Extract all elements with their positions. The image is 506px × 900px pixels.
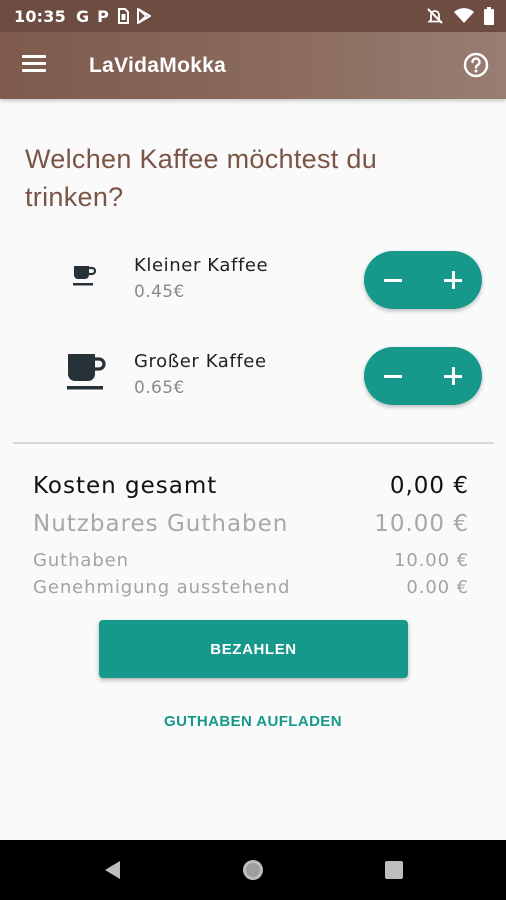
- play-store-icon: [136, 8, 151, 24]
- product-row-large: Großer Kaffee 0.65€: [0, 346, 506, 408]
- help-circle-icon[interactable]: [462, 51, 490, 79]
- system-nav-bar: [0, 840, 506, 900]
- usable-credit-label: Nutzbares Guthaben: [33, 511, 289, 537]
- product-name: Kleiner Kaffee: [134, 255, 269, 276]
- total-cost-label: Kosten gesamt: [33, 473, 218, 499]
- credit-value: 10.00 €: [393, 550, 469, 571]
- notification-icons: G P: [76, 7, 151, 26]
- pending-approval-row: Genehmigung ausstehend 0.00 €: [33, 577, 469, 598]
- total-cost-row: Kosten gesamt 0,00 €: [33, 473, 469, 499]
- credit-row: Guthaben 10.00 €: [33, 550, 469, 571]
- product-price: 0.45€: [134, 282, 185, 302]
- pay-button[interactable]: BEZAHLEN: [99, 620, 408, 678]
- do-not-disturb-icon: [427, 8, 443, 24]
- usable-credit-row: Nutzbares Guthaben 10.00 €: [33, 511, 469, 537]
- divider: [13, 442, 494, 444]
- home-icon[interactable]: [241, 858, 265, 882]
- usable-credit-value: 10.00 €: [374, 511, 469, 537]
- increase-small-button[interactable]: [424, 251, 482, 309]
- top-up-credit-button[interactable]: GUTHABEN AUFLADEN: [0, 713, 506, 730]
- product-row-small: Kleiner Kaffee 0.45€: [0, 250, 506, 312]
- wifi-icon: [454, 8, 474, 23]
- page-heading: Welchen Kaffee möchtest du trinken?: [25, 144, 378, 212]
- quantity-stepper-small: [364, 251, 482, 309]
- product-name: Großer Kaffee: [134, 351, 267, 372]
- quantity-stepper-large: [364, 347, 482, 405]
- sim-card-icon: [117, 8, 129, 24]
- p-notification-icon: P: [97, 6, 109, 26]
- app-title: LaVidaMokka: [89, 54, 227, 77]
- recents-icon[interactable]: [382, 858, 406, 882]
- status-time: 10:35: [14, 6, 66, 26]
- google-notification-icon: G: [75, 6, 90, 26]
- battery-icon: [484, 7, 494, 25]
- increase-large-button[interactable]: [424, 347, 482, 405]
- back-icon[interactable]: [100, 858, 124, 882]
- status-bar: 10:35 G P: [0, 0, 506, 32]
- pending-approval-label: Genehmigung ausstehend: [33, 577, 291, 598]
- app-bar: LaVidaMokka: [0, 32, 506, 99]
- decrease-large-button[interactable]: [364, 347, 422, 405]
- hamburger-menu-icon[interactable]: [22, 52, 48, 78]
- product-price: 0.65€: [134, 378, 185, 398]
- small-coffee-cup-icon: [73, 266, 97, 286]
- large-coffee-cup-icon: [67, 354, 106, 390]
- total-cost-value: 0,00 €: [389, 473, 469, 499]
- decrease-small-button[interactable]: [364, 251, 422, 309]
- credit-label: Guthaben: [33, 550, 129, 571]
- pending-approval-value: 0.00 €: [406, 577, 469, 598]
